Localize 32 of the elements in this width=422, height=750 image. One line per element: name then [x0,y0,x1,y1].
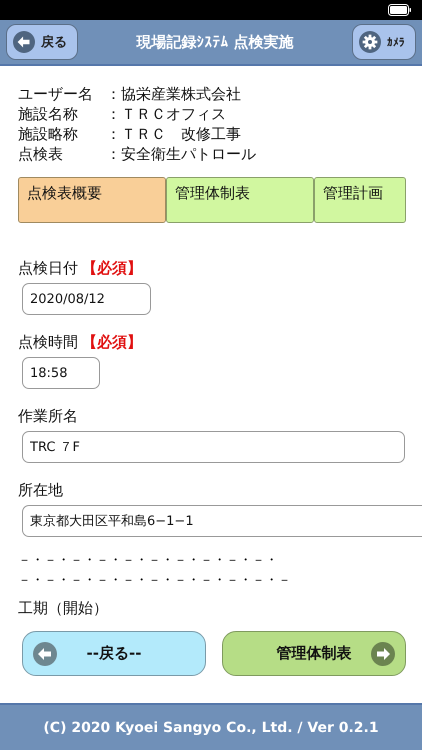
input-field[interactable]: 東京都大田区平和島6−1−1 [22,505,422,537]
back-button[interactable]: 戻る [6,24,78,60]
info-label: 施設略称 [18,124,79,144]
info-label: 施設名称 [18,104,79,124]
info-value: ：協栄産業株式会社 [106,84,241,104]
separator-line: －・－・－・－・－・－・－・－・－・－・ [18,552,279,570]
info-value: ：ＴＲＣオフィス [106,104,226,124]
field-label: 点検日付 [18,258,78,279]
input-field[interactable]: 2020/08/12 [22,283,151,315]
field-label: 作業所名 [18,406,78,427]
battery-icon [388,4,412,16]
input-field[interactable]: 18:58 [22,357,100,389]
info-label: ユーザー名 [18,84,94,104]
back-button[interactable]: --戻る-- [22,631,206,676]
screen-title: 現場記録ｼｽﾃﾑ 点検実施 [136,32,294,52]
required-mark: 【必須】 [82,258,142,279]
input-field[interactable]: TRC ７F [22,431,405,463]
required-mark: 【必須】 [82,332,142,353]
next-button[interactable]: 管理体制表 [222,631,406,676]
separator-line: －・－・－・－・－・－・－・－・－・－・－ [18,572,291,590]
info-value: ：ＴＲＣ 改修工事 [106,124,241,144]
info-label: 点検表 [18,144,64,164]
info-value: ：安全衛生パトロール [106,144,256,164]
copyright-text: (C) 2020 Kyoei Sangyo Co., Ltd. / Ver 0.2.1 [43,720,379,736]
tab[interactable]: 管理計画 [314,177,406,223]
camera-button[interactable]: ｶﾒﾗ [352,24,416,60]
gear-icon [358,31,381,53]
field-label: 工期（開始） [18,598,108,619]
tab[interactable]: 管理体制表 [166,177,314,223]
field-label: 所在地 [18,480,63,501]
field-label: 点検時間 [18,332,78,353]
tab[interactable]: 点検表概要 [18,177,166,223]
